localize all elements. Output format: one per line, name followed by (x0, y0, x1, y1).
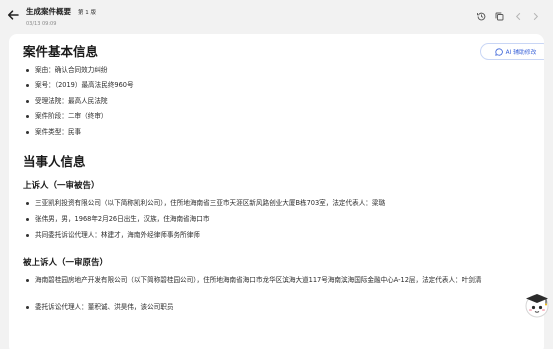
top-bar: 生成案件概要 第 1 版 03/13 09:09 (0, 0, 553, 33)
subsection-title-appellee: 被上诉人（一审原告） (23, 258, 109, 268)
subsection-title-appellant: 上诉人（一审被告） (23, 181, 100, 191)
list-item: 受理法院：最高人民法院 (23, 96, 501, 107)
list-item: 三亚凯利投资有限公司（以下简称凯利公司），住所地海南省三亚市天涯区新风路创业大厦… (23, 198, 501, 209)
version-label: 第 1 版 (78, 9, 96, 16)
copy-icon[interactable] (494, 11, 505, 22)
section-title-parties: 当事人信息 (23, 154, 86, 169)
timestamp: 03/13 09:09 (26, 21, 57, 27)
title-block: 生成案件概要 第 1 版 03/13 09:09 (26, 6, 96, 27)
history-icon[interactable] (476, 11, 487, 22)
section-title-basic: 案件基本信息 (23, 44, 99, 59)
ai-assist-edit-button[interactable]: AI 辅助修改 (480, 43, 544, 60)
list-item: 委托诉讼代理人：董积诚、洪昊伟，该公司职员 (23, 302, 501, 313)
list-item: 共同委托诉讼代理人：林建才，海南外经律师事务所律师 (23, 230, 501, 241)
list-item: 案号：（2019）最高法民终960号 (23, 80, 501, 91)
assistant-mascot-icon[interactable] (522, 289, 552, 319)
ai-assist-edit-label: AI 辅助修改 (505, 50, 537, 56)
summary-card: AI 辅助修改 案件基本信息 案由：确认合同效力纠纷 案号：（2019）最高法民… (9, 34, 544, 349)
list-item: 案由：确认合同效力纠纷 (23, 65, 501, 76)
list-item: 案件阶段：二审（终审） (23, 111, 501, 122)
list-item: 张伟男，男，1968年2月26日出生，汉族，住海南省海口市 (23, 214, 501, 225)
chat-bubble-icon (494, 47, 503, 56)
page-title: 生成案件概要 (26, 7, 71, 16)
chevron-left-icon[interactable] (513, 11, 524, 22)
list-item: 案件类型：民事 (23, 127, 501, 138)
back-arrow-icon[interactable] (6, 8, 20, 22)
chevron-right-icon[interactable] (530, 11, 541, 22)
list-item: 海南碧桂园房地产开发有限公司（以下简称碧桂园公司），住所地海南省海口市龙华区滨海… (23, 275, 501, 286)
